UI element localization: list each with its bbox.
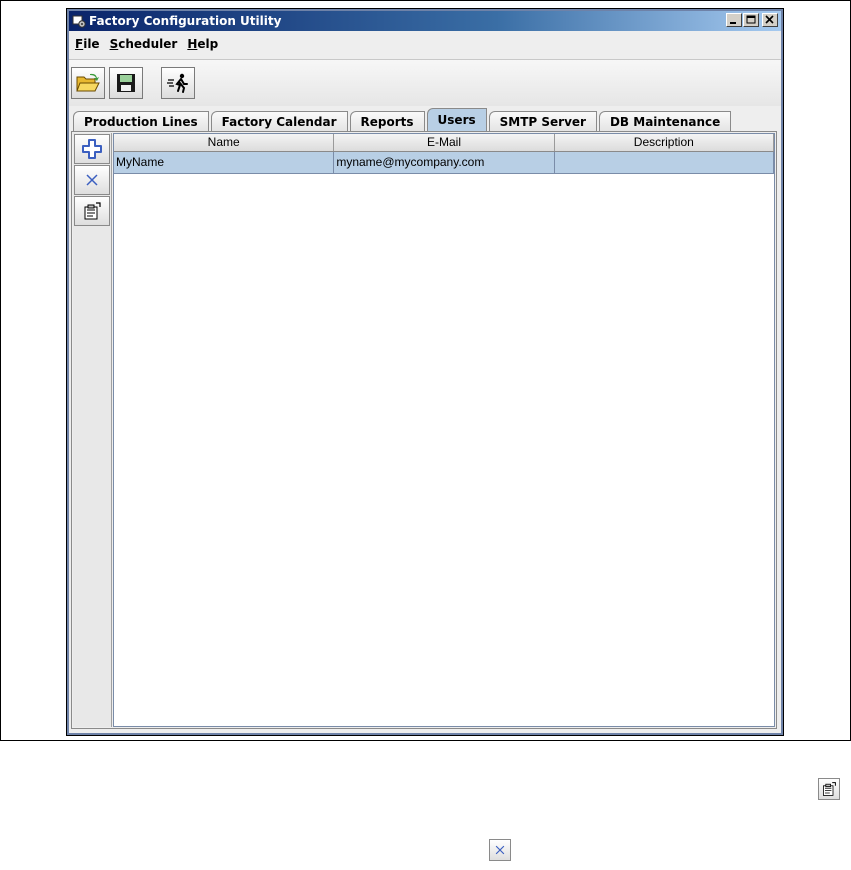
tab-smtp-server[interactable]: SMTP Server xyxy=(488,111,597,131)
tab-users[interactable]: Users xyxy=(426,108,487,131)
cell-email[interactable]: myname@mycompany.com xyxy=(334,152,555,173)
minimize-button[interactable] xyxy=(726,13,742,27)
properties-reference xyxy=(818,778,840,800)
users-panel: Name E-Mail Description MyName myname@my… xyxy=(71,131,777,729)
close-icon xyxy=(765,15,774,24)
menu-help-rest: elp xyxy=(197,37,219,51)
tab-reports[interactable]: Reports xyxy=(349,111,425,131)
window-body: Factory Configuration Utility File Sched… xyxy=(69,11,781,733)
toolbar xyxy=(69,59,781,106)
window-controls xyxy=(725,13,778,27)
menu-help-mnemonic: H xyxy=(187,37,198,51)
menu-help[interactable]: Help xyxy=(187,37,218,51)
tab-strip: Production Lines Factory Calendar Report… xyxy=(73,108,733,131)
cell-name[interactable]: MyName xyxy=(114,152,335,173)
maximize-button[interactable] xyxy=(743,13,759,27)
delete-x-icon xyxy=(495,845,505,855)
save-disk-icon xyxy=(117,74,135,92)
table-row[interactable]: MyName myname@mycompany.com xyxy=(114,152,774,174)
tab-factory-calendar[interactable]: Factory Calendar xyxy=(210,111,348,131)
column-header-email[interactable]: E-Mail xyxy=(334,134,555,151)
minimize-icon xyxy=(730,22,736,24)
properties-icon xyxy=(84,202,101,220)
open-folder-icon xyxy=(76,73,100,92)
properties-icon xyxy=(823,782,836,796)
close-button[interactable] xyxy=(762,13,778,27)
menu-scheduler[interactable]: Scheduler xyxy=(110,37,178,51)
tab-db-maintenance[interactable]: DB Maintenance xyxy=(598,111,732,131)
menu-bar: File Scheduler Help xyxy=(69,33,781,55)
delete-x-icon xyxy=(86,174,98,186)
users-table: Name E-Mail Description MyName myname@my… xyxy=(113,133,775,727)
table-header: Name E-Mail Description xyxy=(114,134,774,152)
app-window: Factory Configuration Utility File Sched… xyxy=(66,8,784,736)
delete-reference xyxy=(489,839,511,861)
window-title: Factory Configuration Utility xyxy=(89,14,282,28)
run-icon xyxy=(167,73,188,93)
cell-description[interactable] xyxy=(555,152,774,173)
maximize-icon xyxy=(746,15,756,24)
menu-scheduler-mnemonic: S xyxy=(109,37,119,51)
app-icon xyxy=(72,14,86,28)
user-properties-button[interactable] xyxy=(74,196,110,226)
user-actions-toolbar xyxy=(73,133,112,727)
menu-scheduler-rest: cheduler xyxy=(118,37,178,51)
title-bar[interactable]: Factory Configuration Utility xyxy=(69,11,781,31)
menu-file[interactable]: File xyxy=(75,37,100,51)
add-user-button[interactable] xyxy=(74,134,110,164)
column-header-name[interactable]: Name xyxy=(114,134,335,151)
delete-user-button[interactable] xyxy=(74,165,110,195)
open-button[interactable] xyxy=(71,67,105,99)
add-plus-icon xyxy=(82,139,102,159)
save-button[interactable] xyxy=(109,67,143,99)
run-button[interactable] xyxy=(161,67,195,99)
tab-production-lines[interactable]: Production Lines xyxy=(73,111,209,131)
menu-file-rest: ile xyxy=(83,37,100,51)
column-header-description[interactable]: Description xyxy=(555,134,774,151)
menu-file-mnemonic: F xyxy=(75,37,84,51)
